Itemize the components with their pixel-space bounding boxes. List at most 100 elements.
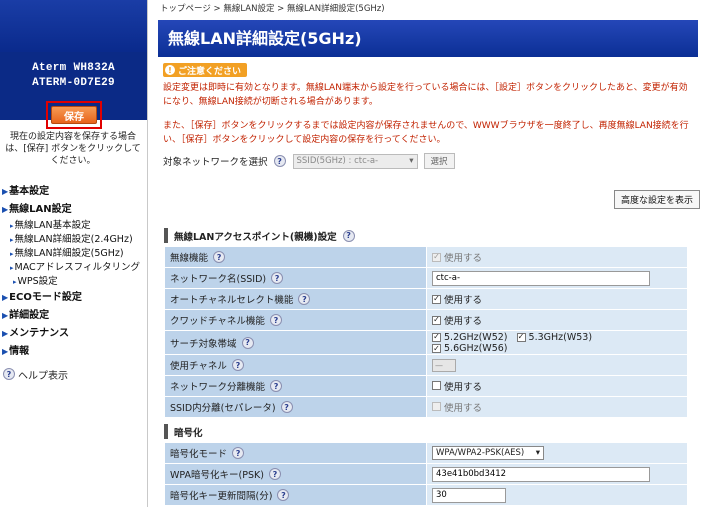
table-row: 暗号化モード? WPA/WPA2-PSK(AES) [164, 442, 688, 464]
menu-mac-filter[interactable]: ▸MACアドレスフィルタリング [0, 261, 148, 275]
target-network-select[interactable]: SSID(5GHz) : ctc-a- [292, 153, 418, 169]
checkbox-icon: ✓ [432, 343, 441, 353]
arrow-icon: ▶ [2, 347, 9, 356]
help-icon[interactable]: ? [273, 155, 286, 167]
table-row: ネットワーク分離機能? 使用する [164, 375, 688, 397]
menu-wlan-5[interactable]: ▸無線LAN詳細設定(5GHz) [0, 247, 148, 261]
checkbox-icon: ✓ [432, 315, 441, 325]
target-network-label: 対象ネットワークを選択 [163, 157, 268, 168]
checkbox-icon: ✓ [432, 294, 441, 304]
device-id: ATERM-0D7E29 [32, 77, 115, 89]
menu-info[interactable]: ▶ 情報 [0, 343, 148, 361]
wireless-checkbox[interactable]: ✓ 使用する [432, 250, 482, 264]
warning-icon: ! [165, 65, 175, 75]
row-label: 暗号化モード? [164, 442, 427, 464]
arrow-icon: ▸ [10, 222, 14, 230]
section-title: 暗号化 [174, 427, 203, 439]
crowd-channel-checkbox[interactable]: ✓ 使用する [432, 313, 482, 327]
warning-text-2: また、［保存］ボタンをクリックするまでは設定内容が保存されませんので、WWWブラ… [163, 121, 689, 145]
table-row: ネットワーク名(SSID)? [164, 267, 688, 289]
psk-input[interactable] [432, 466, 650, 482]
menu-detail[interactable]: ▶ 詳細設定 [0, 307, 148, 325]
section-ap-settings: 無線LANアクセスポイント(親機)設定 ? [164, 228, 688, 243]
band-w53-checkbox[interactable]: ✓ 5.3GHz(W53) [516, 332, 592, 343]
side-menu: ▶ 基本設定 ▶ 無線LAN設定 ▸無線LAN基本設定 ▸無線LAN詳細設定(2.4… [0, 183, 148, 383]
warning-text-1: 設定変更は即時に有効となります。無線LAN端末から設定を行っている場合には、［設… [163, 83, 688, 107]
help-icon[interactable]: ? [271, 272, 284, 284]
auto-channel-checkbox[interactable]: ✓ 使用する [432, 292, 482, 306]
table-row: オートチャネルセレクト機能? ✓ 使用する [164, 288, 688, 310]
main-content: トップページ > 無線LAN設定 > 無線LAN詳細設定(5GHz) 無線LAN… [158, 0, 698, 170]
ap-settings-table: 無線機能? ✓使用する ネットワーク名(SSID)? オートチャネルセレクト機能… [164, 246, 688, 418]
checkbox-icon [432, 381, 441, 391]
row-label: 暗号化キー更新間隔(分)? [164, 484, 427, 506]
row-label: オートチャネルセレクト機能? [164, 288, 427, 310]
caution-badge: ! ご注意ください [163, 63, 248, 77]
help-icon[interactable]: ? [231, 359, 244, 371]
show-advanced-button[interactable]: 高度な設定を表示 [613, 190, 700, 209]
checkbox-icon: ✓ [432, 332, 441, 342]
band-w56-checkbox[interactable]: ✓ 5.6GHz(W56) [432, 343, 508, 354]
page-title: 無線LAN詳細設定(5GHz) [158, 20, 698, 57]
rekey-interval-input[interactable] [432, 487, 506, 503]
save-note: 現在の設定内容を保存する場合は、[保存] ボタンをクリックしてください。 [5, 132, 141, 166]
separator-checkbox[interactable]: 使用する [432, 379, 482, 393]
arrow-icon: ▶ [2, 329, 9, 338]
menu-wlan[interactable]: ▶ 無線LAN設定 [0, 201, 148, 219]
table-row: クワッドチャネル機能? ✓ 使用する [164, 309, 688, 331]
help-icon[interactable]: ? [280, 401, 293, 413]
menu-basic[interactable]: ▶ 基本設定 [0, 183, 148, 201]
menu-wps[interactable]: ▸WPS設定 [0, 275, 148, 289]
help-icon[interactable]: ? [241, 336, 254, 349]
sidebar: Aterm WH832A ATERM-0D7E29 保存 現在の設定内容を保存す… [0, 0, 148, 507]
device-model: Aterm WH832A [32, 62, 115, 74]
row-label: ネットワーク分離機能? [164, 375, 427, 397]
row-label: 無線機能? [164, 246, 427, 268]
menu-wlan-basic[interactable]: ▸無線LAN基本設定 [0, 219, 148, 233]
help-icon[interactable]: ? [232, 447, 245, 459]
menu-eco[interactable]: ▶ ECOモード設定 [0, 289, 148, 307]
table-row: 暗号化キー更新間隔(分)? [164, 484, 688, 506]
help-icon[interactable]: ? [269, 314, 282, 326]
arrow-icon: ▶ [2, 205, 9, 214]
breadcrumb: トップページ > 無線LAN設定 > 無線LAN詳細設定(5GHz) [160, 4, 385, 14]
menu-maintenance[interactable]: ▶ メンテナンス [0, 325, 148, 343]
arrow-icon: ▶ [2, 311, 9, 320]
menu-wlan-24[interactable]: ▸無線LAN詳細設定(2.4GHz) [0, 233, 148, 247]
checkbox-icon: ✓ [432, 252, 441, 262]
help-icon[interactable]: ? [213, 251, 226, 263]
help-icon: ? [3, 368, 15, 380]
menu-help[interactable]: ? ヘルプ表示 [0, 365, 148, 383]
arrow-icon: ▸ [10, 236, 14, 244]
checkbox-icon: ✓ [516, 332, 526, 342]
help-icon[interactable]: ? [342, 229, 355, 242]
row-label: ネットワーク名(SSID)? [164, 267, 427, 289]
arrow-icon: ▶ [2, 293, 9, 302]
arrow-icon: ▸ [10, 250, 14, 258]
section-title: 無線LANアクセスポイント(親機)設定 [174, 231, 337, 243]
section-encryption: 暗号化 [164, 424, 688, 439]
checkbox-icon [432, 402, 441, 412]
table-row: 無線機能? ✓ 使用する [164, 246, 688, 268]
ssid-input[interactable] [432, 270, 650, 286]
sidebar-banner [0, 0, 147, 52]
arrow-icon: ▸ [10, 264, 14, 272]
arrow-icon: ▶ [2, 187, 9, 196]
help-icon[interactable]: ? [268, 468, 281, 480]
row-label: WPA暗号化キー(PSK)? [164, 463, 427, 485]
row-label: 使用チャネル? [164, 354, 427, 376]
help-icon[interactable]: ? [270, 380, 283, 392]
save-button[interactable]: 保存 [51, 106, 97, 124]
table-row: SSID内分離(セパレータ)? 使用する [164, 396, 688, 418]
help-icon[interactable]: ? [298, 293, 311, 305]
select-button[interactable]: 選択 [423, 153, 455, 169]
ssid-separator-checkbox[interactable]: 使用する [432, 400, 482, 414]
row-label: クワッドチャネル機能? [164, 309, 427, 331]
target-network-row: 対象ネットワークを選択 ? SSID(5GHz) : ctc-a- 選択 [158, 152, 698, 170]
band-w52-checkbox[interactable]: ✓ 5.2GHz(W52) [432, 332, 508, 343]
encryption-table: 暗号化モード? WPA/WPA2-PSK(AES) WPA暗号化キー(PSK)?… [164, 442, 688, 506]
help-icon[interactable]: ? [277, 489, 290, 501]
arrow-icon: ▸ [13, 278, 17, 286]
encryption-mode-select[interactable]: WPA/WPA2-PSK(AES) [432, 446, 544, 460]
channel-select[interactable]: — [432, 358, 456, 372]
